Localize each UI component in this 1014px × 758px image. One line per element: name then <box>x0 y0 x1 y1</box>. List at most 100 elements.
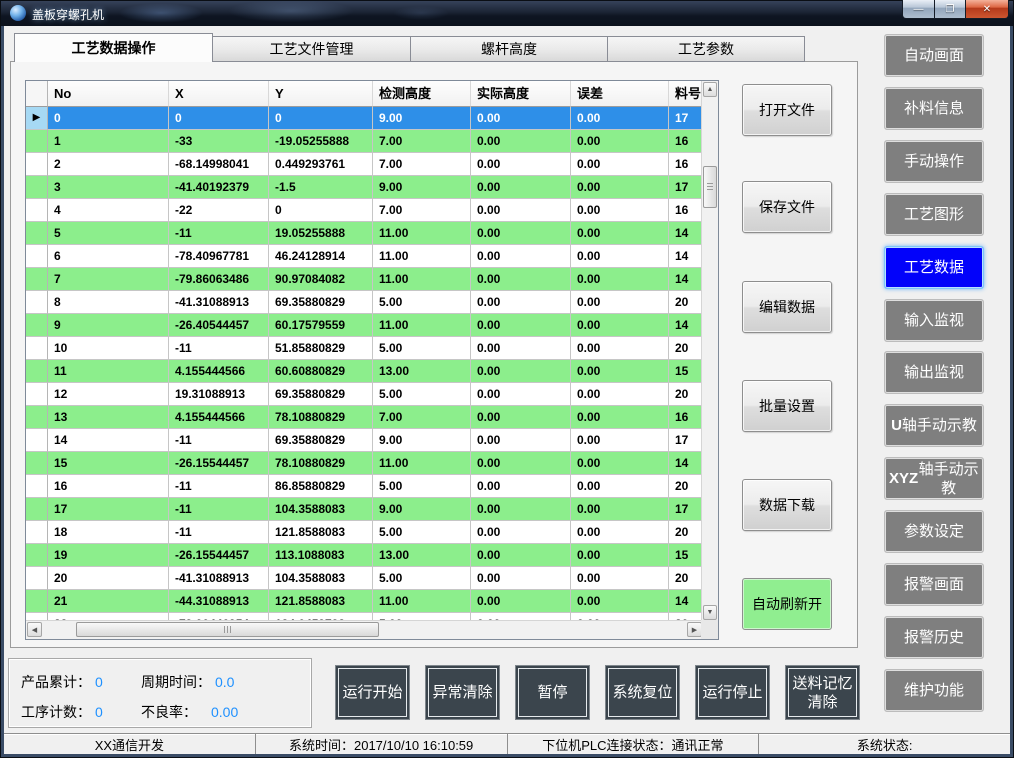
row-selector[interactable] <box>26 199 48 222</box>
table-row[interactable]: 15-26.1554445778.1088082911.000.000.0014 <box>26 452 702 475</box>
row-selector[interactable] <box>26 452 48 475</box>
column-header-0[interactable]: No <box>48 81 169 107</box>
row-selector[interactable] <box>26 291 48 314</box>
table-cell[interactable]: 16 <box>669 406 702 429</box>
table-cell[interactable]: 17 <box>669 107 702 130</box>
table-cell[interactable]: 0.00 <box>471 406 571 429</box>
run-start-button[interactable]: 运行开始 <box>335 665 410 720</box>
minimize-button[interactable]: — <box>902 0 935 19</box>
table-cell[interactable]: 60.17579559 <box>269 314 373 337</box>
table-cell[interactable]: 0.00 <box>571 199 669 222</box>
table-row[interactable]: 3-41.40192379-1.59.000.000.0017 <box>26 176 702 199</box>
table-cell[interactable]: 4 <box>48 199 169 222</box>
table-cell[interactable]: 11.00 <box>373 245 471 268</box>
table-cell[interactable]: 0.00 <box>471 314 571 337</box>
table-cell[interactable]: 0.00 <box>571 383 669 406</box>
row-selector[interactable] <box>26 590 48 613</box>
table-cell[interactable]: 113.1088083 <box>269 544 373 567</box>
table-cell[interactable]: 21 <box>48 590 169 613</box>
nav-manual-operation[interactable]: 手动操作 <box>884 140 984 183</box>
pause-button[interactable]: 暂停 <box>515 665 590 720</box>
nav-process-graphic[interactable]: 工艺图形 <box>884 193 984 236</box>
table-cell[interactable]: 0.00 <box>471 475 571 498</box>
table-cell[interactable]: -11 <box>169 222 269 245</box>
table-cell[interactable]: 12 <box>48 383 169 406</box>
row-selector[interactable] <box>26 314 48 337</box>
table-cell[interactable]: 5.00 <box>373 475 471 498</box>
table-cell[interactable]: 0.00 <box>571 337 669 360</box>
table-cell[interactable]: 17 <box>669 498 702 521</box>
vertical-scrollbar[interactable]: ▲ ▼ <box>701 81 718 621</box>
table-row[interactable]: 14-1169.358808299.000.000.0017 <box>26 429 702 452</box>
nav-alarm-history[interactable]: 报警历史 <box>884 616 984 659</box>
row-selector[interactable] <box>26 567 48 590</box>
table-cell[interactable]: 0.00 <box>571 452 669 475</box>
table-row[interactable]: 1219.3108891369.358808295.000.000.0020 <box>26 383 702 406</box>
table-cell[interactable]: 0.00 <box>471 291 571 314</box>
table-cell[interactable]: 0.00 <box>571 107 669 130</box>
table-cell[interactable]: 19.05255888 <box>269 222 373 245</box>
row-selector[interactable] <box>26 521 48 544</box>
table-cell[interactable]: -11 <box>169 521 269 544</box>
tab-process-params[interactable]: 工艺参数 <box>608 36 805 62</box>
table-cell[interactable]: 16 <box>48 475 169 498</box>
table-cell[interactable]: 0.00 <box>571 222 669 245</box>
vertical-scroll-thumb[interactable] <box>703 166 717 208</box>
table-cell[interactable]: 90.97084082 <box>269 268 373 291</box>
table-cell[interactable]: 0.00 <box>471 383 571 406</box>
table-cell[interactable]: 104.3588083 <box>269 567 373 590</box>
table-cell[interactable]: 0.00 <box>471 130 571 153</box>
table-cell[interactable]: 0.00 <box>471 107 571 130</box>
table-cell[interactable]: 0.00 <box>471 245 571 268</box>
system-reset-button[interactable]: 系统复位 <box>605 665 680 720</box>
row-selector[interactable] <box>26 222 48 245</box>
table-cell[interactable]: 69.35880829 <box>269 291 373 314</box>
table-cell[interactable]: -78.40967781 <box>169 245 269 268</box>
table-cell[interactable]: 13.00 <box>373 360 471 383</box>
table-cell[interactable]: 20 <box>669 475 702 498</box>
table-cell[interactable]: 0.00 <box>471 498 571 521</box>
table-row[interactable]: ▶0009.000.000.0017 <box>26 107 702 130</box>
table-cell[interactable]: 0.00 <box>571 475 669 498</box>
table-cell[interactable]: -1.5 <box>269 176 373 199</box>
table-cell[interactable]: 9.00 <box>373 498 471 521</box>
table-cell[interactable]: 14 <box>669 452 702 475</box>
table-cell[interactable]: 19.31088913 <box>169 383 269 406</box>
table-cell[interactable]: 6 <box>48 245 169 268</box>
table-cell[interactable]: 10 <box>48 337 169 360</box>
table-cell[interactable]: 0.449293761 <box>269 153 373 176</box>
table-cell[interactable]: 0.00 <box>571 268 669 291</box>
row-selector[interactable] <box>26 130 48 153</box>
table-cell[interactable]: 60.60880829 <box>269 360 373 383</box>
table-cell[interactable]: 86.85880829 <box>269 475 373 498</box>
table-cell[interactable]: 78.10880829 <box>269 452 373 475</box>
column-header-3[interactable]: 检测高度 <box>373 81 471 107</box>
table-cell[interactable]: 7.00 <box>373 153 471 176</box>
table-cell[interactable]: 15 <box>669 544 702 567</box>
table-cell[interactable]: 0.00 <box>471 199 571 222</box>
table-cell[interactable]: 0.00 <box>471 429 571 452</box>
table-cell[interactable]: 8 <box>48 291 169 314</box>
table-cell[interactable]: 11.00 <box>373 268 471 291</box>
table-cell[interactable]: 0.00 <box>571 429 669 452</box>
table-cell[interactable]: 0.00 <box>471 590 571 613</box>
table-row[interactable]: 21-44.31088913121.858808311.000.000.0014 <box>26 590 702 613</box>
nav-auto-screen[interactable]: 自动画面 <box>884 34 984 77</box>
row-selector[interactable] <box>26 268 48 291</box>
table-cell[interactable]: 15 <box>669 360 702 383</box>
edit-data-button[interactable]: 编辑数据 <box>742 281 832 333</box>
scroll-right-button[interactable]: ▶ <box>687 622 702 637</box>
table-cell[interactable]: 16 <box>669 199 702 222</box>
table-cell[interactable]: -33 <box>169 130 269 153</box>
table-cell[interactable]: 0.00 <box>471 337 571 360</box>
table-cell[interactable]: 0.00 <box>571 406 669 429</box>
table-cell[interactable]: -11 <box>169 337 269 360</box>
table-cell[interactable]: 0.00 <box>571 521 669 544</box>
table-cell[interactable]: 9.00 <box>373 107 471 130</box>
table-cell[interactable]: 7.00 <box>373 130 471 153</box>
table-cell[interactable]: 4.155444566 <box>169 406 269 429</box>
table-cell[interactable]: 0.00 <box>571 567 669 590</box>
row-selector[interactable] <box>26 383 48 406</box>
table-cell[interactable]: 20 <box>48 567 169 590</box>
table-cell[interactable]: 69.35880829 <box>269 429 373 452</box>
